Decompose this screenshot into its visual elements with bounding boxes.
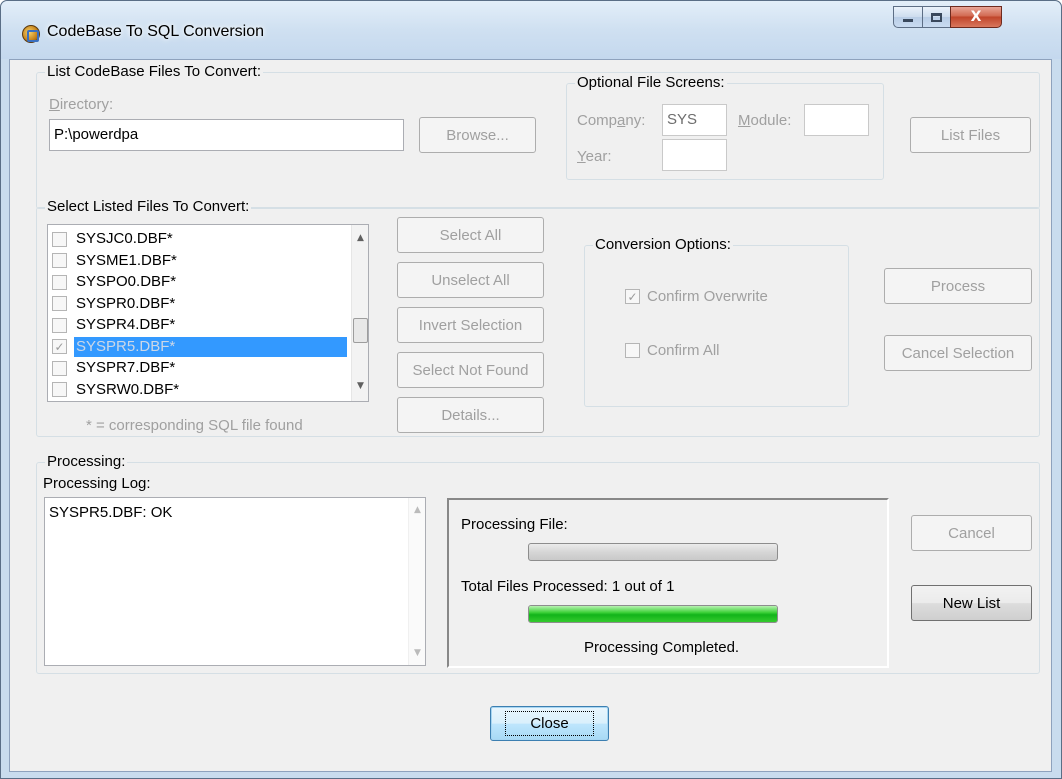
progress-panel: Processing File: Total Files Processed: … [447,498,889,668]
module-input[interactable] [804,104,869,136]
confirm-overwrite-label: Confirm Overwrite [647,288,768,305]
file-checkbox[interactable] [52,231,67,247]
file-name: SYSJC0.DBF* [76,230,173,247]
cancel-selection-button[interactable]: Cancel Selection [884,335,1032,371]
file-checkbox[interactable] [52,296,67,311]
unselect-all-button[interactable]: Unselect All [397,262,544,298]
total-progress-fill [529,606,777,622]
company-label: Company: [577,112,646,129]
scroll-down-icon[interactable]: ▼ [352,377,368,394]
confirm-overwrite-checkbox[interactable]: ✓ [625,289,640,304]
file-checkbox[interactable] [52,382,67,397]
file-checkbox[interactable] [52,360,67,376]
file-name: SYSPR7.DBF* [76,359,176,376]
file-list-item[interactable]: SYSME1.DBF* [52,250,347,272]
file-name: SYSME1.DBF* [76,251,177,269]
browse-button[interactable]: Browse... [419,117,536,153]
file-list-item[interactable]: SYSPO0.DBF* [52,271,347,293]
app-icon[interactable] [22,25,40,43]
cancel-button[interactable]: Cancel [911,515,1032,551]
processing-log-lines: SYSPR5.DBF: OK [49,504,421,521]
year-label: Year: [577,148,612,165]
total-processed-label: Total Files Processed: 1 out of 1 [461,578,675,595]
log-scroll-up-icon[interactable]: ▲ [409,501,425,518]
file-list-item[interactable]: SYSJC0.DBF* [52,228,347,250]
confirm-all-option[interactable]: Confirm All [625,342,720,359]
log-scrollbar[interactable]: ▲ ▼ [408,498,425,665]
directory-input[interactable]: P:\powerdpa [49,119,404,151]
year-input[interactable] [662,139,727,171]
file-name: SYSPO0.DBF* [76,273,177,290]
file-listbox[interactable]: SYSJC0.DBF* SYSME1.DBF* SYSPO0.DBF* SYSPR0.… [47,224,369,402]
log-line: SYSPR5.DBF: OK [49,504,173,521]
log-scroll-down-icon[interactable]: ▼ [409,644,425,661]
invert-selection-button[interactable]: Invert Selection [397,307,544,343]
file-name: SYSPR5.DBF* [74,336,347,357]
scroll-thumb[interactable] [353,318,368,343]
company-input[interactable]: SYS [662,104,727,136]
file-list-item[interactable]: SYSRW0.DBF* [52,379,347,401]
processing-file-progress-bar [528,543,778,561]
window-title: CodeBase To SQL Conversion [47,23,265,40]
minimize-icon [903,19,913,22]
file-checkbox[interactable] [52,274,67,290]
processing-log-label: Processing Log: [43,475,151,492]
app-window: CodeBase To SQL Conversion X List CodeBa… [0,0,1062,779]
close-button[interactable]: Close [490,706,609,741]
conversion-options-group: Conversion Options: [584,236,849,407]
processing-status: Processing Completed. [584,639,740,656]
check-icon: ✓ [54,339,65,354]
processing-group-label: Processing: [45,453,128,470]
close-button-label: Close [505,711,594,736]
minimize-button[interactable] [893,6,922,28]
maximize-icon [931,12,942,22]
scroll-up-icon[interactable]: ▲ [352,229,368,246]
title-bar[interactable]: CodeBase To SQL Conversion X [1,1,1061,59]
file-checkbox[interactable] [52,317,67,333]
list-files-button[interactable]: List Files [910,117,1031,153]
select-all-button[interactable]: Select All [397,217,544,253]
processing-file-label: Processing File: [461,516,568,533]
new-list-button[interactable]: New List [911,585,1032,621]
select-files-group-label: Select Listed Files To Convert: [45,198,252,215]
confirm-all-checkbox[interactable] [625,343,640,358]
confirm-overwrite-option[interactable]: ✓ Confirm Overwrite [625,288,768,305]
details-button[interactable]: Details... [397,397,544,433]
list-files-group-label: List CodeBase Files To Convert: [45,63,263,80]
file-name: SYSPR0.DBF* [76,294,176,312]
select-not-found-button[interactable]: Select Not Found [397,352,544,388]
confirm-all-label: Confirm All [647,342,720,359]
close-window-button[interactable]: X [950,6,1002,28]
maximize-button[interactable] [922,6,950,28]
file-list-item[interactable]: ✓ SYSPR5.DBF* [52,336,347,358]
directory-label-text: irectory: [59,96,114,113]
file-list-item[interactable]: SYSPR4.DBF* [52,314,347,336]
optional-screens-label: Optional File Screens: [575,74,727,91]
processing-log[interactable]: SYSPR5.DBF: OK ▲ ▼ [44,497,426,666]
window-controls: X [893,6,1002,36]
file-name: SYSPR4.DBF* [76,316,176,333]
check-icon: ✓ [627,289,638,304]
process-button[interactable]: Process [884,268,1032,304]
file-list-item[interactable]: SYSPR7.DBF* [52,357,347,379]
file-checkbox[interactable]: ✓ [52,339,67,354]
file-name: SYSRW0.DBF* [76,380,180,398]
total-progress-bar [528,605,778,623]
file-list-item[interactable]: SYSPR0.DBF* [52,293,347,315]
module-label: Module: [738,112,792,129]
file-checkbox[interactable] [52,253,67,268]
listbox-footnote: * = corresponding SQL file found [86,417,303,434]
close-icon: X [970,9,982,25]
listbox-scrollbar[interactable]: ▲ ▼ [351,225,368,401]
conversion-options-label: Conversion Options: [593,236,733,253]
dialog-client-area: List CodeBase Files To Convert: Director… [9,59,1052,772]
directory-label: Directory: [49,96,114,113]
